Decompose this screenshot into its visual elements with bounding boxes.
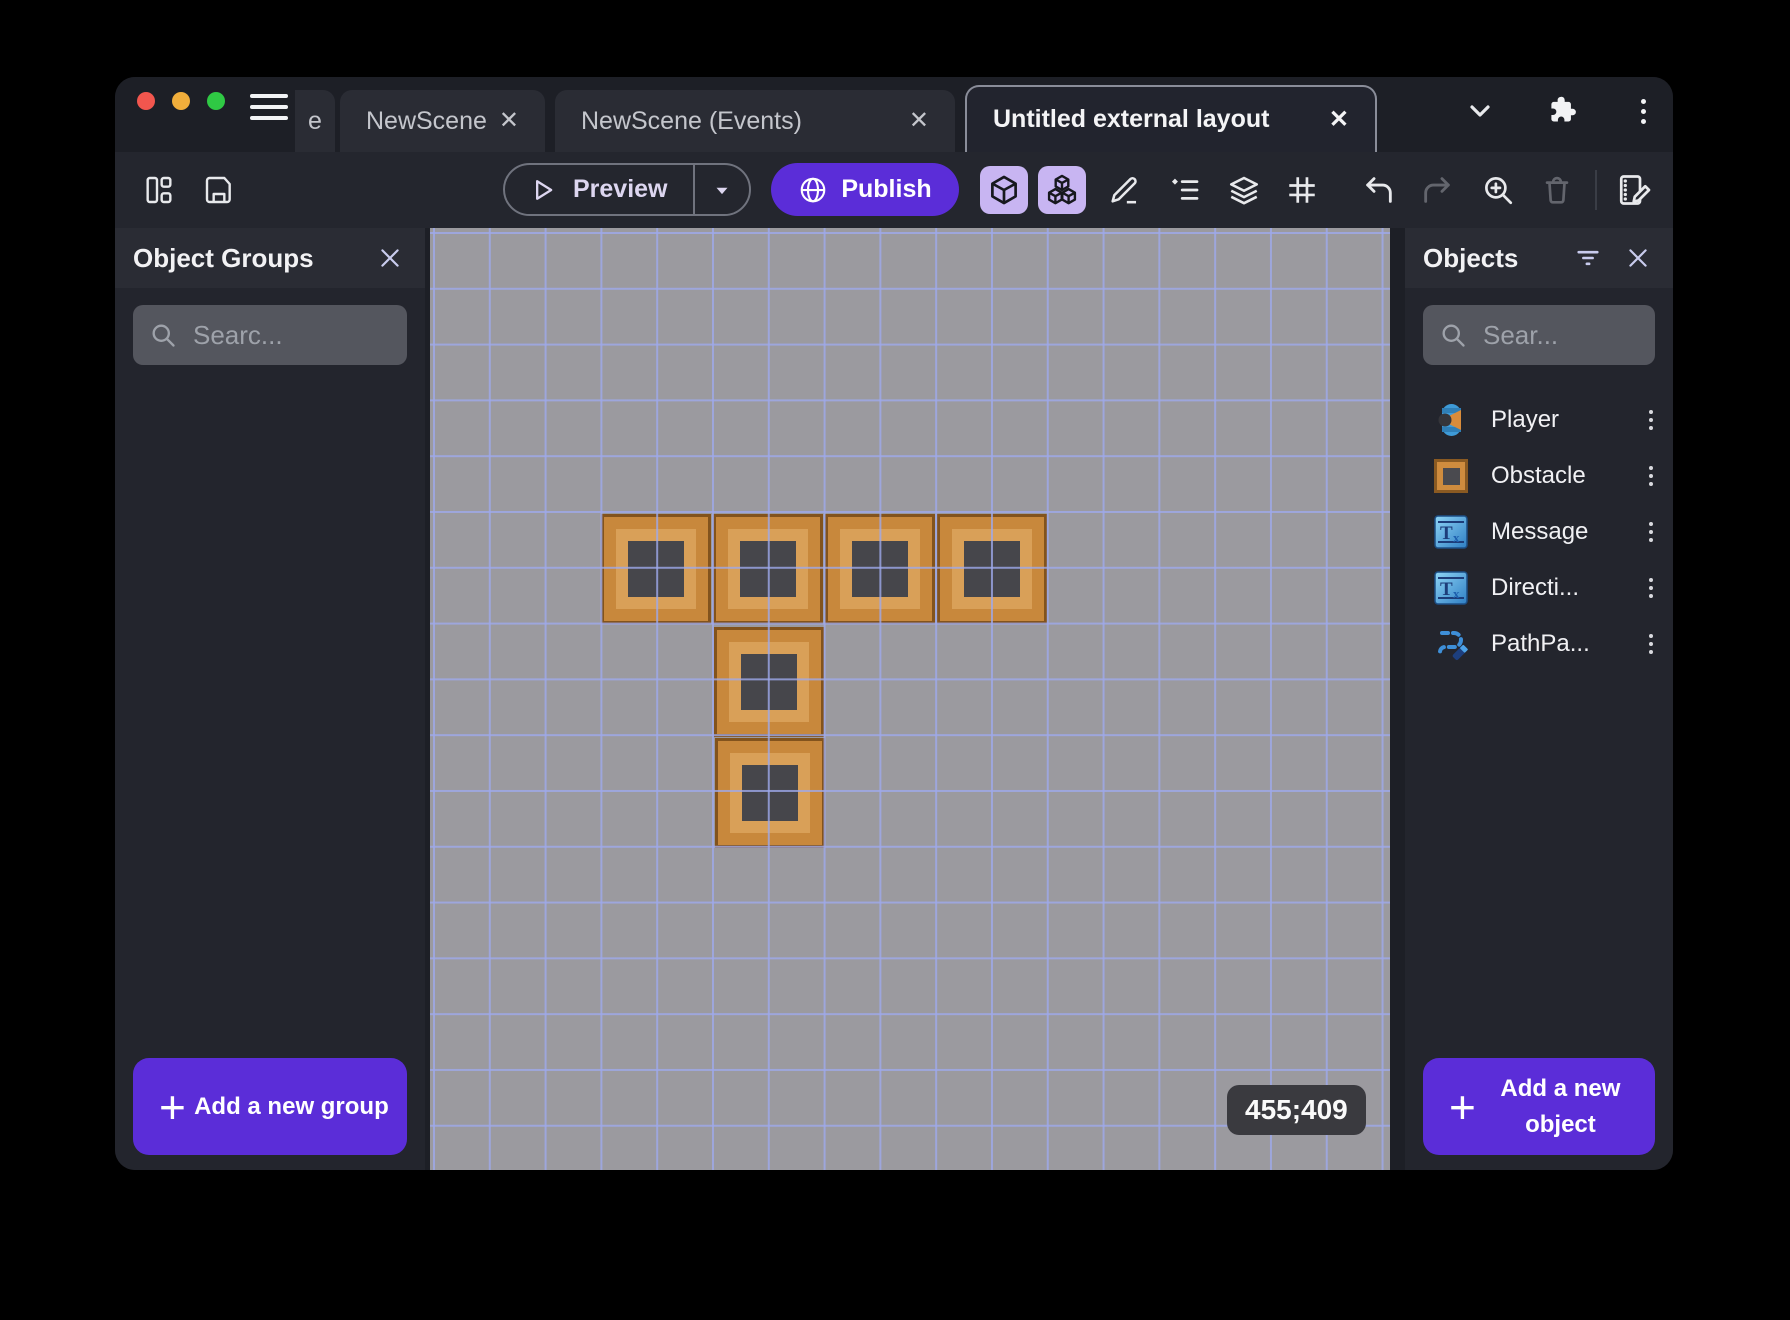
dropdown-caret-icon — [716, 187, 728, 194]
toolbar: Preview Publish — [115, 152, 1673, 228]
object-row-obstacle[interactable]: Obstacle — [1405, 448, 1673, 504]
undo-icon[interactable] — [1357, 168, 1401, 212]
obstacle-instance[interactable] — [601, 514, 711, 624]
svg-text:x: x — [1453, 586, 1460, 601]
tab-label: Untitled external layout — [993, 105, 1270, 133]
preview-button[interactable]: Preview — [503, 163, 751, 216]
toolbar-divider — [1595, 170, 1597, 210]
cubes-instances-icon[interactable] — [1038, 166, 1086, 214]
object-row-player[interactable]: Player — [1405, 392, 1673, 448]
preview-dropdown-button[interactable] — [693, 165, 749, 214]
object-row-direction[interactable]: Tx Directi... — [1405, 560, 1673, 616]
tab-label: NewScene — [366, 106, 487, 135]
grid-overlay — [430, 228, 1390, 1170]
object-row-pathpaint[interactable]: PathPa... — [1405, 616, 1673, 672]
object-menu-icon[interactable] — [1645, 518, 1657, 546]
trash-icon[interactable] — [1535, 168, 1579, 212]
objects-search[interactable] — [1423, 305, 1655, 365]
obstacle-instance[interactable] — [937, 514, 1047, 624]
object-menu-icon[interactable] — [1645, 574, 1657, 602]
zoom-window-button[interactable] — [207, 92, 225, 110]
hamburger-menu-icon[interactable] — [250, 92, 288, 122]
layers-icon[interactable] — [1222, 168, 1266, 212]
play-icon — [536, 179, 553, 200]
obstacle-instance[interactable] — [714, 627, 824, 737]
add-group-label: Add a new group — [194, 1092, 389, 1120]
app-window: e NewScene ✕ NewScene (Events) ✕ Untitle… — [115, 77, 1673, 1170]
search-icon — [1442, 324, 1465, 347]
publish-button[interactable]: Publish — [771, 163, 959, 216]
globe-icon — [801, 177, 826, 202]
publish-label: Publish — [841, 175, 932, 203]
zoom-in-icon[interactable] — [1476, 168, 1520, 212]
close-tab-icon[interactable]: ✕ — [499, 109, 519, 133]
object-groups-title: Object Groups — [133, 242, 314, 273]
cube-3d-icon[interactable] — [980, 166, 1028, 214]
add-object-button[interactable]: + Add a new object — [1423, 1058, 1655, 1155]
cursor-coordinates-badge: 455;409 — [1227, 1085, 1366, 1135]
tab-untitled-external-layout[interactable]: Untitled external layout ✕ — [965, 85, 1377, 152]
objects-panel: Objects Player Obstacle — [1405, 228, 1673, 1170]
tab-label: NewScene (Events) — [581, 106, 802, 135]
object-menu-icon[interactable] — [1645, 406, 1657, 434]
object-menu-icon[interactable] — [1645, 462, 1657, 490]
objects-title: Objects — [1423, 242, 1519, 273]
obstacle-icon — [1433, 458, 1469, 494]
add-group-button[interactable]: + Add a new group — [133, 1058, 407, 1155]
plus-icon: + — [159, 1080, 186, 1133]
svg-text:T: T — [1440, 579, 1453, 600]
minimize-window-button[interactable] — [172, 92, 190, 110]
edit-properties-icon[interactable] — [1612, 168, 1656, 212]
obstacle-instance[interactable] — [825, 514, 935, 624]
obstacle-instance[interactable] — [715, 738, 825, 848]
scene-canvas[interactable]: 455;409 — [430, 228, 1390, 1170]
tab-partial-label: e — [308, 106, 322, 135]
chevron-down-icon[interactable] — [1460, 91, 1500, 131]
add-object-label: Add a new object — [1500, 1074, 1621, 1138]
tab-bar: e NewScene ✕ NewScene (Events) ✕ Untitle… — [115, 77, 1673, 152]
object-groups-header: Object Groups — [115, 228, 425, 288]
close-panel-icon[interactable] — [373, 241, 407, 275]
text-object-icon: Tx — [1433, 514, 1469, 550]
kebab-menu-icon[interactable] — [1623, 91, 1663, 131]
objects-list: Player Obstacle Tx Message Tx Directi... — [1405, 392, 1673, 672]
pencil-icon[interactable] — [1102, 168, 1146, 212]
preview-label: Preview — [573, 175, 668, 203]
object-groups-search-input[interactable] — [193, 319, 391, 351]
search-icon — [152, 324, 175, 347]
svg-text:T: T — [1440, 523, 1453, 544]
object-groups-panel: Object Groups + Add a new group — [115, 228, 425, 1170]
close-tab-icon[interactable]: ✕ — [909, 109, 929, 133]
instances-list-icon[interactable] — [1163, 168, 1207, 212]
save-icon[interactable] — [197, 168, 241, 212]
object-groups-search[interactable] — [133, 305, 407, 365]
svg-text:x: x — [1453, 530, 1460, 545]
obstacle-instance[interactable] — [713, 514, 823, 624]
object-row-message[interactable]: Tx Message — [1405, 504, 1673, 560]
close-panel-icon[interactable] — [1621, 241, 1655, 275]
tab-partial[interactable]: e — [295, 90, 335, 152]
grid-icon[interactable] — [1280, 168, 1324, 212]
tab-newscene-events[interactable]: NewScene (Events) ✕ — [555, 90, 955, 152]
puzzle-extension-icon[interactable] — [1543, 91, 1583, 131]
object-menu-icon[interactable] — [1645, 630, 1657, 658]
path-paint-icon — [1433, 626, 1469, 662]
filter-icon[interactable] — [1571, 241, 1605, 275]
plus-icon: + — [1449, 1080, 1476, 1133]
text-object-icon: Tx — [1433, 570, 1469, 606]
objects-header: Objects — [1405, 228, 1673, 288]
tab-newscene[interactable]: NewScene ✕ — [340, 90, 545, 152]
redo-icon[interactable] — [1415, 168, 1459, 212]
close-window-button[interactable] — [137, 92, 155, 110]
project-manager-icon[interactable] — [137, 168, 181, 212]
player-icon — [1433, 402, 1469, 438]
preview-button-main[interactable]: Preview — [505, 175, 693, 204]
close-tab-icon[interactable]: ✕ — [1329, 107, 1349, 132]
objects-search-input[interactable] — [1483, 319, 1639, 351]
